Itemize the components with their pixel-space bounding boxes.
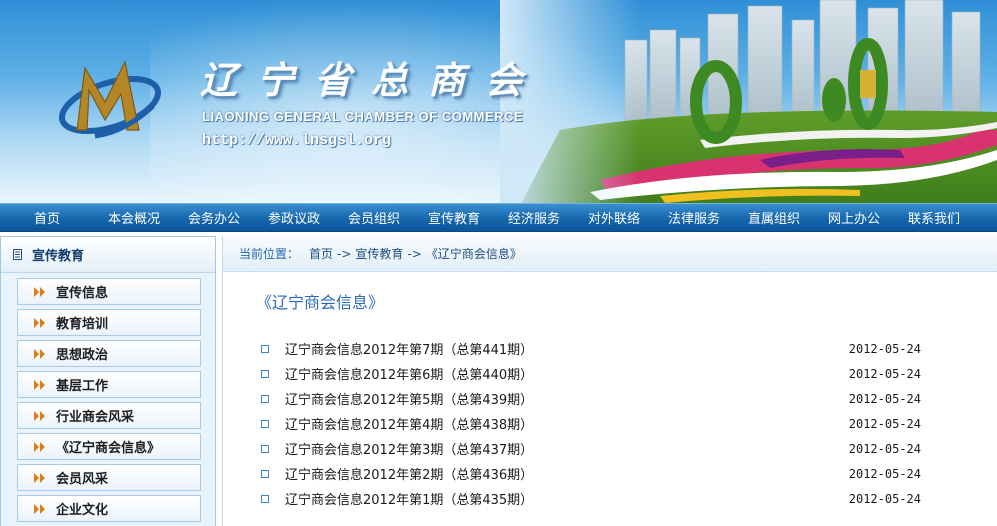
double-arrow-right-icon xyxy=(34,286,45,297)
square-bullet-icon xyxy=(261,469,269,478)
nav-item-publicity[interactable]: 宣传教育 xyxy=(414,204,494,231)
article-date: 2012-05-24 xyxy=(848,441,921,456)
double-arrow-right-icon xyxy=(34,317,45,328)
double-arrow-right-icon xyxy=(34,441,45,452)
article-link[interactable]: 辽宁商会信息2012年第7期（总第441期） xyxy=(285,339,849,358)
nav-item-contact[interactable]: 联系我们 xyxy=(894,204,974,231)
article-list: 辽宁商会信息2012年第7期（总第441期） 2012-05-24 辽宁商会信息… xyxy=(261,336,921,511)
double-arrow-right-icon xyxy=(34,503,45,514)
sidebar-item-industry-chambers[interactable]: 行业商会风采 xyxy=(17,402,201,429)
sidebar-item-grassroots[interactable]: 基层工作 xyxy=(17,371,201,398)
square-bullet-icon xyxy=(261,394,269,403)
article-date: 2012-05-24 xyxy=(848,416,921,431)
document-icon xyxy=(13,248,22,260)
article-date: 2012-05-24 xyxy=(848,341,921,356)
list-item: 辽宁商会信息2012年第7期（总第441期） 2012-05-24 xyxy=(261,336,921,361)
list-item: 辽宁商会信息2012年第6期（总第440期） 2012-05-24 xyxy=(261,361,921,386)
list-item: 辽宁商会信息2012年第1期（总第435期） 2012-05-24 xyxy=(261,486,921,511)
sidebar-item-label: 教育培训 xyxy=(56,317,109,332)
sidebar-item-label: 行业商会风采 xyxy=(56,410,135,425)
breadcrumb-newsletter-link[interactable]: 《辽宁商会信息》 xyxy=(426,245,522,262)
article-link[interactable]: 辽宁商会信息2012年第4期（总第438期） xyxy=(285,414,849,433)
sidebar-item-ideology[interactable]: 思想政治 xyxy=(17,340,201,367)
square-bullet-icon xyxy=(261,369,269,378)
article-link[interactable]: 辽宁商会信息2012年第3期（总第437期） xyxy=(285,439,849,458)
breadcrumb-separator: -> xyxy=(407,246,422,261)
nav-item-affiliated[interactable]: 直属组织 xyxy=(734,204,814,231)
article-link[interactable]: 辽宁商会信息2012年第2期（总第436期） xyxy=(285,464,849,483)
nav-item-legal[interactable]: 法律服务 xyxy=(654,204,734,231)
sidebar-item-publicity-info[interactable]: 宣传信息 xyxy=(17,278,201,305)
list-item: 辽宁商会信息2012年第3期（总第437期） 2012-05-24 xyxy=(261,436,921,461)
article-date: 2012-05-24 xyxy=(848,391,921,406)
article-date: 2012-05-24 xyxy=(848,466,921,481)
article-date: 2012-05-24 xyxy=(848,366,921,381)
breadcrumb-publicity-link[interactable]: 宣传教育 xyxy=(355,245,403,262)
sidebar-item-label: 宣传信息 xyxy=(56,286,109,301)
sidebar-item-member-showcase[interactable]: 会员风采 xyxy=(17,464,201,491)
breadcrumb-separator: -> xyxy=(337,246,352,261)
list-item: 辽宁商会信息2012年第5期（总第439期） 2012-05-24 xyxy=(261,386,921,411)
nav-item-affairs[interactable]: 会务办公 xyxy=(174,204,254,231)
breadcrumb-home-link[interactable]: 首页 xyxy=(309,245,333,262)
breadcrumb-lead: 当前位置： xyxy=(239,247,300,261)
nav-item-politics[interactable]: 参政议政 xyxy=(254,204,334,231)
double-arrow-right-icon xyxy=(34,472,45,483)
nav-item-liaison[interactable]: 对外联络 xyxy=(574,204,654,231)
article-link[interactable]: 辽宁商会信息2012年第6期（总第440期） xyxy=(285,364,849,383)
sidebar-item-label: 企业文化 xyxy=(56,503,109,518)
chamber-logo xyxy=(58,60,162,139)
article-link[interactable]: 辽宁商会信息2012年第5期（总第439期） xyxy=(285,389,849,408)
main-nav: 首页 本会概况 会务办公 参政议政 会员组织 宣传教育 经济服务 对外联络 法律… xyxy=(0,203,997,232)
site-title: 辽宁省总商会 xyxy=(200,58,542,102)
nav-item-about[interactable]: 本会概况 xyxy=(94,204,174,231)
sidebar-item-corporate-culture[interactable]: 企业文化 xyxy=(17,495,201,522)
square-bullet-icon xyxy=(261,419,269,428)
square-bullet-icon xyxy=(261,494,269,503)
sidebar-item-label: 基层工作 xyxy=(56,379,109,394)
list-item: 辽宁商会信息2012年第4期（总第438期） 2012-05-24 xyxy=(261,411,921,436)
sidebar-item-label: 《辽宁商会信息》 xyxy=(56,441,161,456)
nav-item-members[interactable]: 会员组织 xyxy=(334,204,414,231)
list-item: 辽宁商会信息2012年第2期（总第436期） 2012-05-24 xyxy=(261,461,921,486)
breadcrumb: 当前位置： 首页 -> 宣传教育 -> 《辽宁商会信息》 xyxy=(223,236,997,272)
site-url: http://www.lnsgsl.org xyxy=(202,132,392,149)
sidebar-list: 宣传信息 教育培训 思想政治 基层工作 行业商会风采 《辽宁商会信息》 会员风采 xyxy=(1,273,215,522)
article-link[interactable]: 辽宁商会信息2012年第1期（总第435期） xyxy=(285,489,849,508)
nav-item-online-office[interactable]: 网上办公 xyxy=(814,204,894,231)
sidebar-item-training[interactable]: 教育培训 xyxy=(17,309,201,336)
sidebar-item-label: 思想政治 xyxy=(56,348,109,363)
sidebar-title: 宣传教育 xyxy=(32,249,85,264)
nav-item-economic[interactable]: 经济服务 xyxy=(494,204,574,231)
double-arrow-right-icon xyxy=(34,379,45,390)
page-title: 《辽宁商会信息》 xyxy=(256,293,385,312)
site-subtitle: LIAONING GENERAL CHAMBER OF COMMERCE xyxy=(202,109,524,124)
header-banner: 辽宁省总商会 LIAONING GENERAL CHAMBER OF COMME… xyxy=(0,0,997,203)
main-content: 当前位置： 首页 -> 宣传教育 -> 《辽宁商会信息》 《辽宁商会信息》 辽宁… xyxy=(222,236,997,526)
sidebar-item-label: 会员风采 xyxy=(56,472,109,487)
square-bullet-icon xyxy=(261,444,269,453)
double-arrow-right-icon xyxy=(34,410,45,421)
sidebar-header: 宣传教育 xyxy=(1,237,215,273)
double-arrow-right-icon xyxy=(34,348,45,359)
nav-item-home[interactable]: 首页 xyxy=(0,204,94,231)
article-date: 2012-05-24 xyxy=(848,491,921,506)
sidebar: 宣传教育 宣传信息 教育培训 思想政治 基层工作 行业商会风采 《辽宁商会信息》 xyxy=(0,236,216,526)
square-bullet-icon xyxy=(261,344,269,353)
sidebar-item-chamber-newsletter[interactable]: 《辽宁商会信息》 xyxy=(17,433,201,460)
